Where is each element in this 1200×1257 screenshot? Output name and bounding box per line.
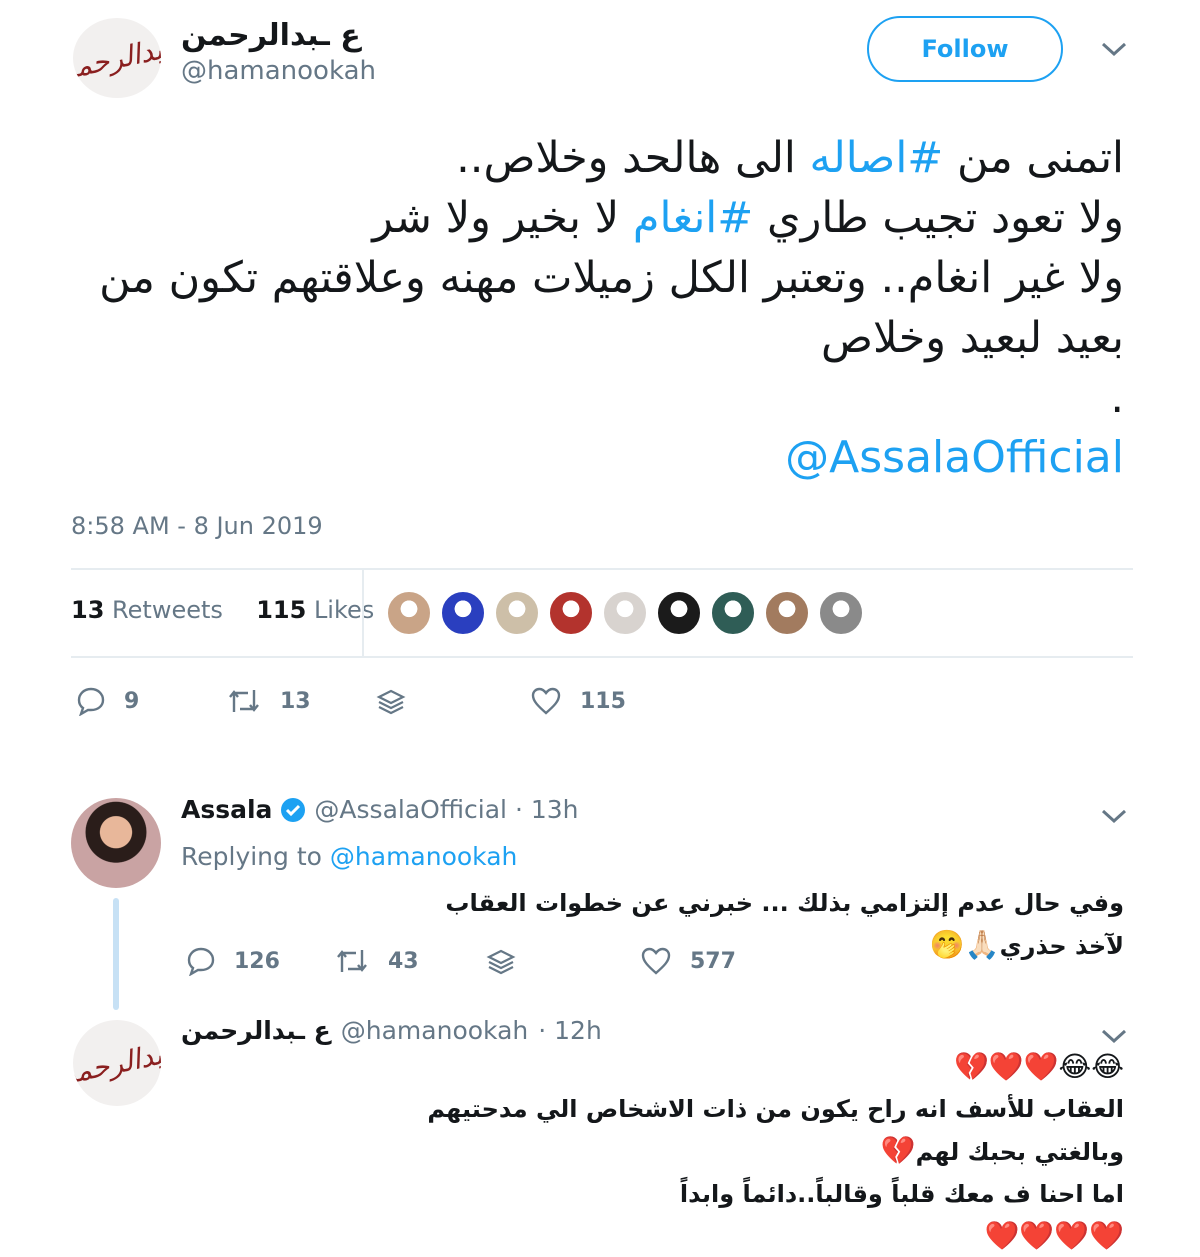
reply-icon — [187, 947, 215, 976]
retweet-action[interactable]: 13 — [226, 686, 311, 716]
reply1-header: Assala @AssalaOfficial · 13h — [181, 795, 579, 824]
reply1-like-action[interactable]: 577 — [640, 946, 736, 976]
reply2-hearts: ❤️❤️❤️❤️ — [984, 1219, 1124, 1252]
dm-icon — [376, 689, 406, 715]
tweet-line-3: ولا غير انغام.. وتعتبر الكل زميلات مهنه … — [99, 253, 1124, 303]
liker-avatar[interactable] — [548, 590, 594, 636]
reply2-author-name[interactable]: ع ـبدالرحمن — [181, 1016, 331, 1045]
reply1-author-handle[interactable]: @AssalaOfficial — [314, 795, 507, 824]
reply2-emoji-line: 😂😂❤️❤️💔 — [953, 1050, 1124, 1083]
replying-to-link[interactable]: @hamanookah — [330, 842, 517, 871]
author-handle[interactable]: @hamanookah — [181, 56, 376, 86]
liker-avatar[interactable] — [602, 590, 648, 636]
reply1-reply-action[interactable]: 126 — [186, 946, 280, 976]
hashtag-assala[interactable]: #اصاله — [810, 133, 944, 183]
reply-icon — [77, 687, 105, 716]
chevron-down-icon[interactable] — [1100, 36, 1128, 66]
tweet-line-5: . — [1110, 373, 1124, 423]
tweet-line-4: بعيد لبعيد وخلاص — [821, 313, 1124, 363]
reply1-retweet-action[interactable]: 43 — [334, 946, 419, 976]
heart-icon — [641, 947, 671, 975]
liker-avatar[interactable] — [656, 590, 702, 636]
liker-avatar[interactable] — [386, 590, 432, 636]
liker-avatar[interactable] — [494, 590, 540, 636]
retweet-icon — [337, 950, 367, 972]
retweet-stat[interactable]: 13 Retweets — [71, 596, 223, 624]
reply2-line-2: اما احنا ف معك قلباً وقالباً..دائماً واب… — [679, 1180, 1124, 1208]
likers-avatar-row — [386, 590, 864, 636]
liker-avatar[interactable] — [440, 590, 486, 636]
like-action[interactable]: 115 — [530, 686, 626, 716]
dm-action[interactable] — [376, 688, 406, 716]
thread-line — [113, 898, 119, 1010]
reply2-text: 😂😂❤️❤️💔 العقاب للأسف انه راح يكون من ذات… — [364, 1046, 1124, 1257]
tweet-line-1: اتمنى من #اصاله الى هالحد وخلاص.. — [456, 133, 1124, 183]
tweet-line-2: ولا تعود تجيب طاري #انغام لا بخير ولا شر — [372, 193, 1124, 243]
likes-stat[interactable]: 115 Likes — [256, 596, 374, 624]
reply1-text: وفي حال عدم إلتزامي بذلك ... خبرني عن خط… — [445, 889, 1124, 961]
reply2-line-1: العقاب للأسف انه راح يكون من ذات الاشخاص… — [427, 1095, 1124, 1167]
tweet-text: اتمنى من #اصاله الى هالحد وخلاص.. ولا تع… — [74, 128, 1124, 428]
assala-avatar[interactable] — [71, 798, 161, 888]
mention-link[interactable]: @AssalaOfficial — [785, 432, 1124, 483]
reply-action[interactable]: 9 — [76, 686, 139, 716]
author-avatar[interactable]: عبدالرحمن — [73, 18, 161, 98]
reply1-chevron-icon[interactable] — [1100, 806, 1128, 830]
heart-icon — [531, 687, 561, 715]
avatar-logo: عبدالرحمن — [73, 28, 161, 88]
stats-divider — [362, 570, 364, 658]
replying-to: Replying to @hamanookah — [181, 842, 518, 871]
reply2-author-handle[interactable]: @hamanookah — [341, 1016, 528, 1045]
divider-top — [71, 568, 1133, 570]
liker-avatar[interactable] — [764, 590, 810, 636]
avatar-logo: عبدالرحمن — [73, 1033, 161, 1093]
reply1-dm-action[interactable] — [486, 948, 516, 976]
reply1-time[interactable]: · 13h — [515, 795, 579, 824]
tweet-timestamp[interactable]: 8:58 AM - 8 Jun 2019 — [71, 512, 323, 540]
author-name[interactable]: ع ـبدالرحمن — [181, 18, 361, 53]
dm-icon — [486, 949, 516, 975]
reply1-emojis: 🙏🏻🤭 — [929, 928, 1000, 961]
hashtag-angham[interactable]: #انغام — [633, 193, 753, 243]
stats-row: 13 Retweets 115 Likes — [71, 596, 374, 624]
verified-badge-icon — [281, 797, 306, 822]
divider-bottom — [71, 656, 1133, 658]
reply2-time[interactable]: · 12h — [538, 1016, 602, 1045]
reply2-header: ع ـبدالرحمن @hamanookah · 12h — [181, 1016, 602, 1045]
retweet-icon — [229, 690, 259, 712]
liker-avatar[interactable] — [818, 590, 864, 636]
reply2-avatar[interactable]: عبدالرحمن — [73, 1020, 161, 1106]
reply1-author-name[interactable]: Assala — [181, 795, 272, 824]
follow-button[interactable]: Follow — [867, 16, 1063, 82]
liker-avatar[interactable] — [710, 590, 756, 636]
